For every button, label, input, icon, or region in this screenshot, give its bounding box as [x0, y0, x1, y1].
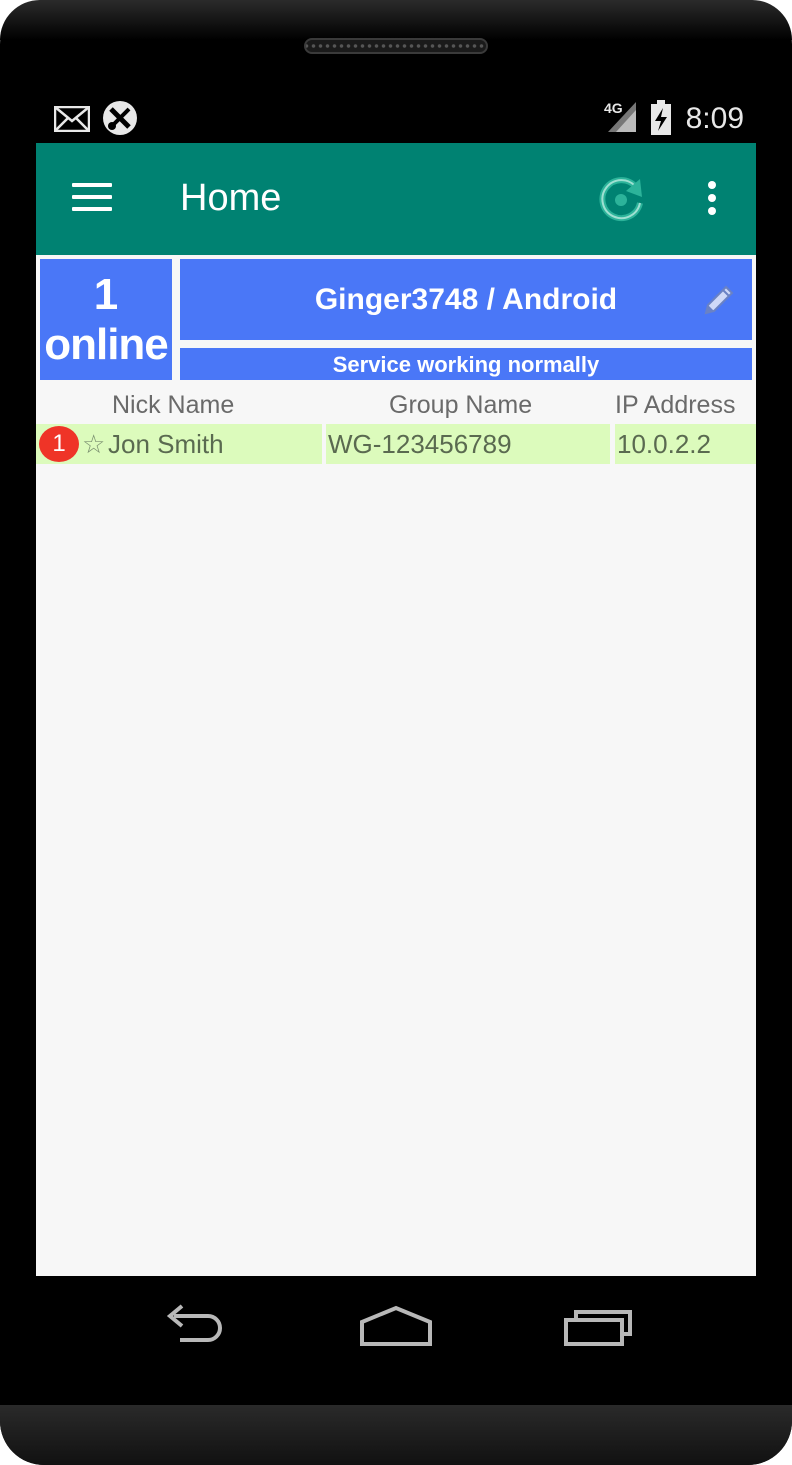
home-icon[interactable] — [358, 1304, 434, 1348]
star-icon[interactable]: ☆ — [82, 424, 105, 464]
table-row-ip-cell[interactable]: 10.0.2.2 — [615, 424, 756, 464]
speaker-grille — [304, 38, 488, 54]
column-header-group-name[interactable]: Group Name — [389, 391, 532, 420]
phone-frame: 4G 8:09 Home 1 online Ginger3748 / Andro… — [0, 0, 792, 1465]
column-header-nick-name[interactable]: Nick Name — [112, 391, 234, 420]
signal-icon: 4G — [604, 100, 638, 134]
mail-icon — [54, 106, 90, 132]
service-status-banner: Service working normally — [180, 348, 752, 380]
rank-badge: 1 — [39, 426, 79, 462]
menu-icon[interactable] — [72, 183, 112, 213]
table-row-nick-cell[interactable]: 1 ☆ Jon Smith — [36, 424, 322, 464]
app-screen: Home 1 online Ginger3748 / Android Servi… — [36, 143, 756, 1276]
status-bar: 4G 8:09 — [36, 96, 756, 142]
column-header-ip-address[interactable]: IP Address — [615, 391, 735, 420]
online-count: 1 — [93, 270, 119, 319]
refresh-icon[interactable] — [596, 175, 646, 225]
online-label: online — [44, 320, 169, 369]
recent-apps-icon[interactable] — [562, 1304, 634, 1348]
online-count-panel: 1 online — [40, 259, 172, 380]
phone-bottom-edge — [0, 1405, 792, 1465]
battery-charging-icon — [651, 100, 671, 135]
table-row-group-cell[interactable]: WG-123456789 — [326, 424, 610, 464]
page-title: Home — [180, 177, 282, 219]
back-icon[interactable] — [160, 1304, 230, 1348]
phone-top-edge — [0, 0, 792, 40]
device-name: Ginger3748 / Android — [314, 283, 618, 316]
nick-name: Jon Smith — [108, 429, 224, 459]
network-label: 4G — [604, 100, 623, 116]
pencil-edit-icon[interactable] — [702, 281, 738, 317]
tools-icon — [103, 101, 137, 135]
app-bar: Home — [36, 143, 756, 255]
navigation-bar — [36, 1276, 756, 1386]
device-name-panel[interactable]: Ginger3748 / Android — [180, 259, 752, 340]
clock: 8:09 — [685, 102, 744, 135]
overflow-menu-icon[interactable] — [700, 181, 724, 221]
